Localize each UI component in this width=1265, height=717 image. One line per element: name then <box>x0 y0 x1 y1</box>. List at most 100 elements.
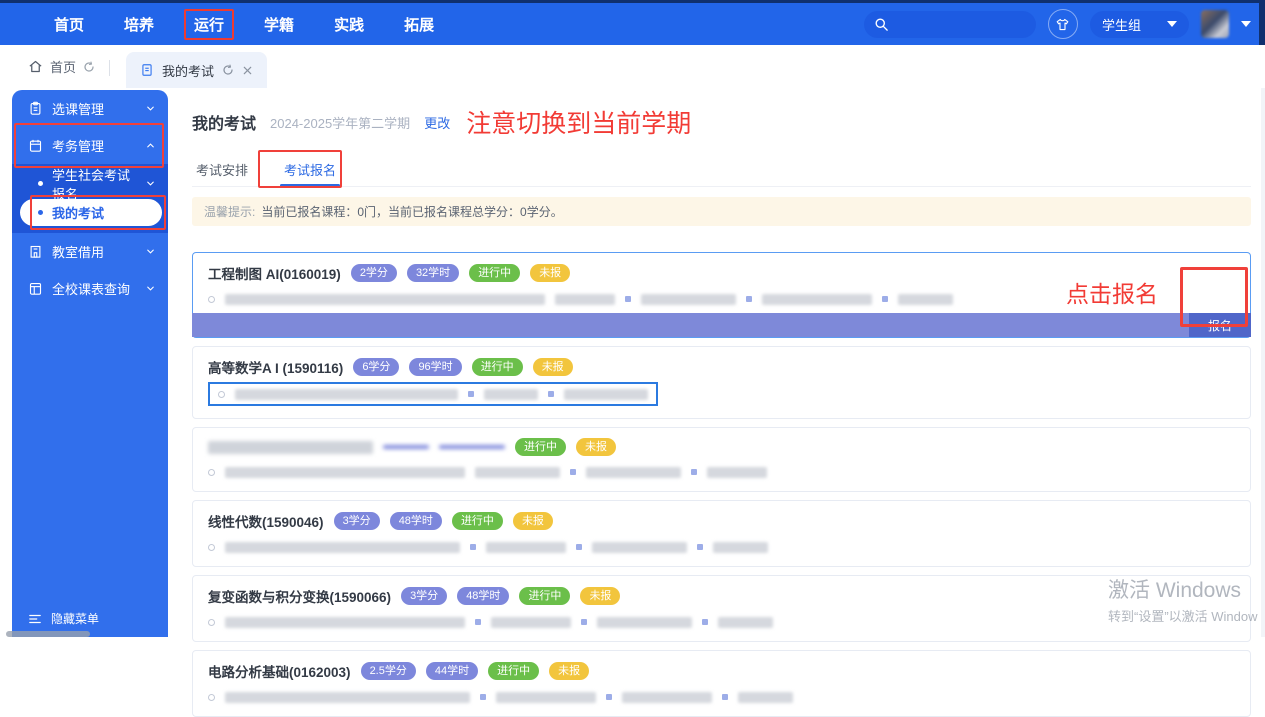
annotation-outlined-detail <box>208 382 658 406</box>
tab-home[interactable]: 首页 <box>28 57 95 76</box>
user-menu-chevron-icon[interactable] <box>1241 21 1251 27</box>
refresh-icon[interactable] <box>222 64 234 76</box>
report-status-badge: 未报 <box>512 512 553 530</box>
sidebar-submenu: 学生社会考试报名 我的考试 <box>12 164 168 233</box>
hours-badge: 44学时 <box>425 662 479 680</box>
sidebar-item-school-timetable[interactable]: 全校课表查询 <box>12 270 168 307</box>
search-icon <box>874 17 889 32</box>
horizontal-scrollbar[interactable] <box>6 631 90 637</box>
status-badge: 进行中 <box>471 358 523 376</box>
status-badge: 进行中 <box>515 438 566 456</box>
chevron-down-icon <box>145 178 156 189</box>
report-status-badge: 未报 <box>580 587 621 605</box>
tab-exam-schedule[interactable]: 考试安排 <box>196 156 248 186</box>
report-status-badge: 未报 <box>530 264 571 282</box>
menu-collapse-icon <box>28 613 42 625</box>
status-badge: 进行中 <box>469 264 521 282</box>
course-list: 工程制图 AI(0160019) 2学分 32学时 进行中 未报 报名 点击报名… <box>192 252 1251 717</box>
course-detail-redacted <box>218 387 648 401</box>
status-badge: 进行中 <box>488 662 540 680</box>
sidebar-item-my-exams[interactable]: 我的考试 <box>20 195 166 230</box>
nav-menu: 首页 培养 运行 学籍 实践 拓展 <box>44 8 444 40</box>
clipboard-icon <box>28 101 43 116</box>
course-card: 复变函数与积分变换(1590066) 3学分 48学时 进行中 未报 <box>192 575 1251 642</box>
main-panel: 我的考试 2024-2025学年第二学期 更改 注意切换到当前学期 考试安排 考… <box>172 90 1261 717</box>
calendar-icon <box>28 138 43 153</box>
sidebar-item-social-exam-signup[interactable]: 学生社会考试报名 <box>12 168 168 202</box>
sidebar-item-label: 选课管理 <box>52 102 105 117</box>
avatar[interactable] <box>1201 10 1229 38</box>
hours-badge: 96学时 <box>409 358 462 376</box>
refresh-icon[interactable] <box>83 61 95 73</box>
bullet-icon <box>38 210 43 215</box>
shirt-icon <box>1055 17 1070 32</box>
status-badge: 进行中 <box>451 512 503 530</box>
schedule-icon <box>28 281 43 296</box>
document-icon <box>140 63 154 77</box>
course-name: 工程制图 AI(0160019) <box>208 267 341 282</box>
window-corner <box>1259 0 1265 45</box>
course-name: 电路分析基础(0162003) <box>208 665 351 680</box>
nav-item-practice[interactable]: 实践 <box>324 9 374 40</box>
nav-item-cultivation[interactable]: 培养 <box>114 9 164 40</box>
course-card: 工程制图 AI(0160019) 2学分 32学时 进行中 未报 报名 点击报名 <box>192 252 1251 338</box>
tab-exam-signup[interactable]: 考试报名 <box>280 156 341 187</box>
tab-my-exams-label: 我的考试 <box>162 63 215 79</box>
course-detail-redacted <box>208 690 1235 704</box>
page-title: 我的考试 <box>192 116 257 133</box>
credit-badge: 3学分 <box>333 512 380 530</box>
chevron-down-icon <box>145 103 156 114</box>
sidebar-item-label: 我的考试 <box>52 206 105 221</box>
chevron-up-icon <box>145 140 156 151</box>
sidebar-item-label: 教室借用 <box>52 245 105 260</box>
hours-badge-redacted <box>439 445 505 449</box>
credit-badge: 2.5学分 <box>360 662 416 680</box>
sidebar-item-label: 学生社会考试报名 <box>52 167 131 202</box>
sidebar-item-exam-management[interactable]: 考务管理 <box>12 123 168 168</box>
nav-item-home[interactable]: 首页 <box>44 9 94 40</box>
course-card: 电路分析基础(0162003) 2.5学分 44学时 进行中 未报 <box>192 650 1251 717</box>
nav-item-status[interactable]: 学籍 <box>254 9 304 40</box>
top-navigation: 首页 培养 运行 学籍 实践 拓展 学生组 <box>0 3 1265 45</box>
report-status-badge: 未报 <box>576 438 616 456</box>
vertical-scrollbar[interactable] <box>1261 45 1265 637</box>
nav-item-operation[interactable]: 运行 <box>184 8 235 40</box>
sidebar-item-classroom-borrow[interactable]: 教室借用 <box>12 233 168 270</box>
annotation-click-signup: 点击报名 <box>1066 281 1158 307</box>
change-semester-link[interactable]: 更改 <box>424 113 450 132</box>
course-name: 高等数学A I (1590116) <box>208 361 344 376</box>
report-status-badge: 未报 <box>549 662 590 680</box>
course-detail-redacted <box>208 615 1235 629</box>
course-card: 高等数学A I (1590116) 6学分 96学时 进行中 未报 <box>192 346 1251 419</box>
signup-row-highlight: 报名 <box>192 313 1251 337</box>
nav-item-expansion[interactable]: 拓展 <box>394 9 444 40</box>
credit-badge: 2学分 <box>350 264 397 282</box>
role-dropdown[interactable]: 学生组 <box>1089 10 1189 38</box>
hours-badge: 32学时 <box>406 264 460 282</box>
role-dropdown-value: 学生组 <box>1101 17 1141 33</box>
report-status-badge: 未报 <box>532 358 573 376</box>
breadcrumb-tab-bar: 首页 我的考试 <box>0 45 1265 88</box>
signup-button[interactable]: 报名 <box>1189 313 1251 337</box>
hide-menu-button[interactable]: 隐藏菜单 <box>28 610 99 627</box>
credit-badge: 3学分 <box>401 587 448 605</box>
sidebar-item-label: 全校课表查询 <box>52 282 131 297</box>
tab-home-label: 首页 <box>50 60 77 75</box>
search-box[interactable] <box>863 10 1036 38</box>
course-detail-redacted <box>208 540 1235 554</box>
course-name: 复变函数与积分变换(1590066) <box>208 590 392 605</box>
exam-tabs: 考试安排 考试报名 <box>192 150 1251 188</box>
hours-badge: 48学时 <box>389 512 442 530</box>
theme-skin-button[interactable] <box>1047 9 1078 39</box>
tab-my-exams[interactable]: 我的考试 <box>126 52 268 88</box>
search-input[interactable] <box>894 15 1029 33</box>
chevron-down-icon <box>145 283 156 294</box>
sidebar-item-course-selection[interactable]: 选课管理 <box>12 90 168 127</box>
close-icon[interactable] <box>242 65 253 76</box>
semester-label: 2024-2025学年第二学期 <box>270 115 411 131</box>
course-name-redacted <box>208 440 373 454</box>
sidebar: 选课管理 考务管理 学生社会考试报名 我的考试 教室借用 全校课表查询 隐藏菜单 <box>12 90 168 637</box>
credit-badge: 6学分 <box>353 358 400 376</box>
sidebar-item-label: 考务管理 <box>52 139 105 154</box>
notice-text: 当前已报名课程：0门，当前已报名课程总学分：0学分。 <box>261 205 563 219</box>
